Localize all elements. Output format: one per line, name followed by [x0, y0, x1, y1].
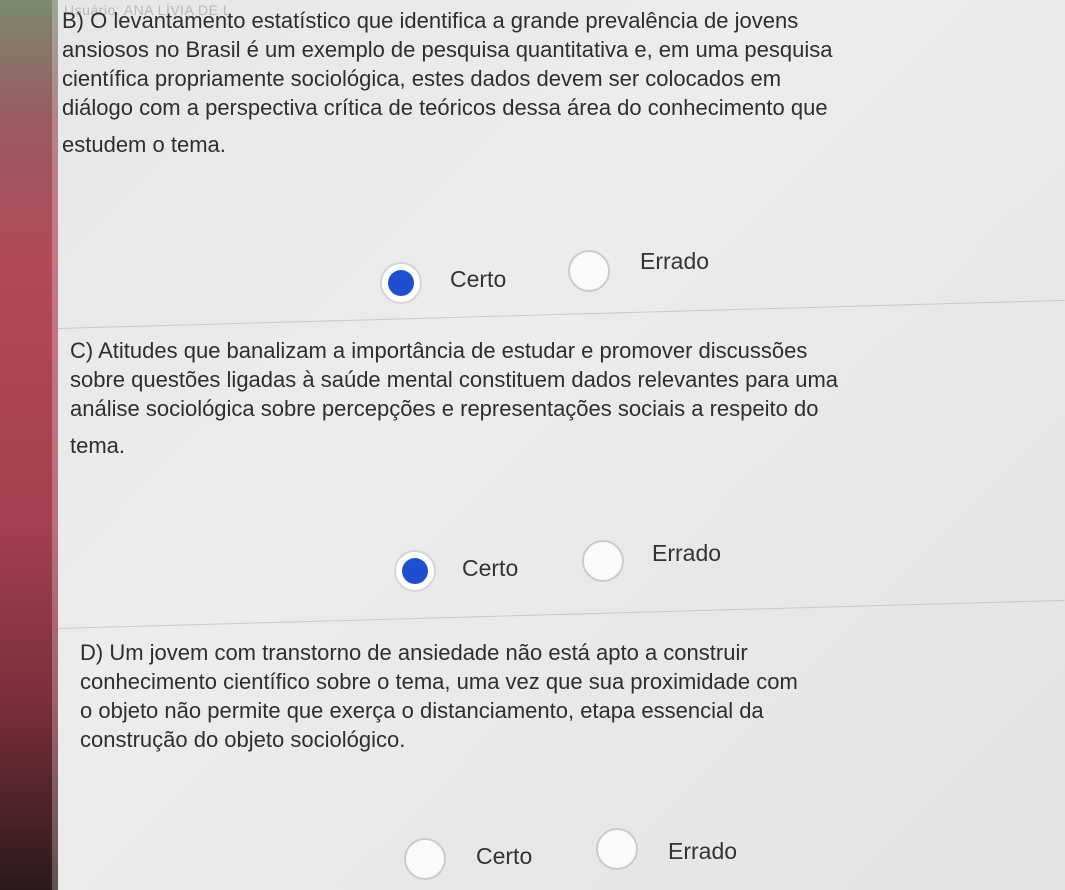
question-line: construção do objeto sociológico.	[80, 727, 406, 752]
question-line: B) O levantamento estatístico que identi…	[62, 8, 799, 33]
question-line: sobre questões ligadas à saúde mental co…	[70, 367, 839, 392]
question-line: tema.	[70, 433, 126, 458]
question-line: estudem o tema.	[62, 132, 226, 157]
question-line: científica propriamente sociológica, est…	[62, 66, 782, 91]
question-d-errado-radio[interactable]	[596, 828, 638, 870]
app-side-strip	[0, 0, 58, 890]
question-d-text: D) Um jovem com transtorno de ansiedade …	[80, 638, 798, 754]
question-line: D) Um jovem com transtorno de ansiedade …	[80, 640, 748, 665]
question-line: C) Atitudes que banalizam a importância …	[70, 338, 808, 363]
question-c-errado-label[interactable]: Errado	[652, 540, 721, 567]
question-b-certo-radio[interactable]	[380, 262, 422, 304]
question-line: ansiosos no Brasil é um exemplo de pesqu…	[62, 37, 833, 62]
question-b-certo-label[interactable]: Certo	[450, 266, 506, 293]
question-b-errado-radio[interactable]	[568, 250, 610, 292]
question-c-certo-radio[interactable]	[394, 550, 436, 592]
question-c-text: C) Atitudes que banalizam a importância …	[70, 336, 838, 460]
question-line: o objeto não permite que exerça o distan…	[80, 698, 764, 723]
question-line: diálogo com a perspectiva crítica de teó…	[62, 95, 828, 120]
question-b-errado-label[interactable]: Errado	[640, 248, 709, 275]
question-c-errado-radio[interactable]	[582, 540, 624, 582]
question-d-certo-radio[interactable]	[404, 838, 446, 880]
question-d-certo-label[interactable]: Certo	[476, 843, 532, 870]
question-line: análise sociológica sobre percepções e r…	[70, 396, 819, 421]
question-c-certo-label[interactable]: Certo	[462, 555, 518, 582]
question-line: conhecimento científico sobre o tema, um…	[80, 669, 798, 694]
question-b-text: B) O levantamento estatístico que identi…	[62, 6, 832, 159]
question-d-errado-label[interactable]: Errado	[668, 838, 737, 865]
